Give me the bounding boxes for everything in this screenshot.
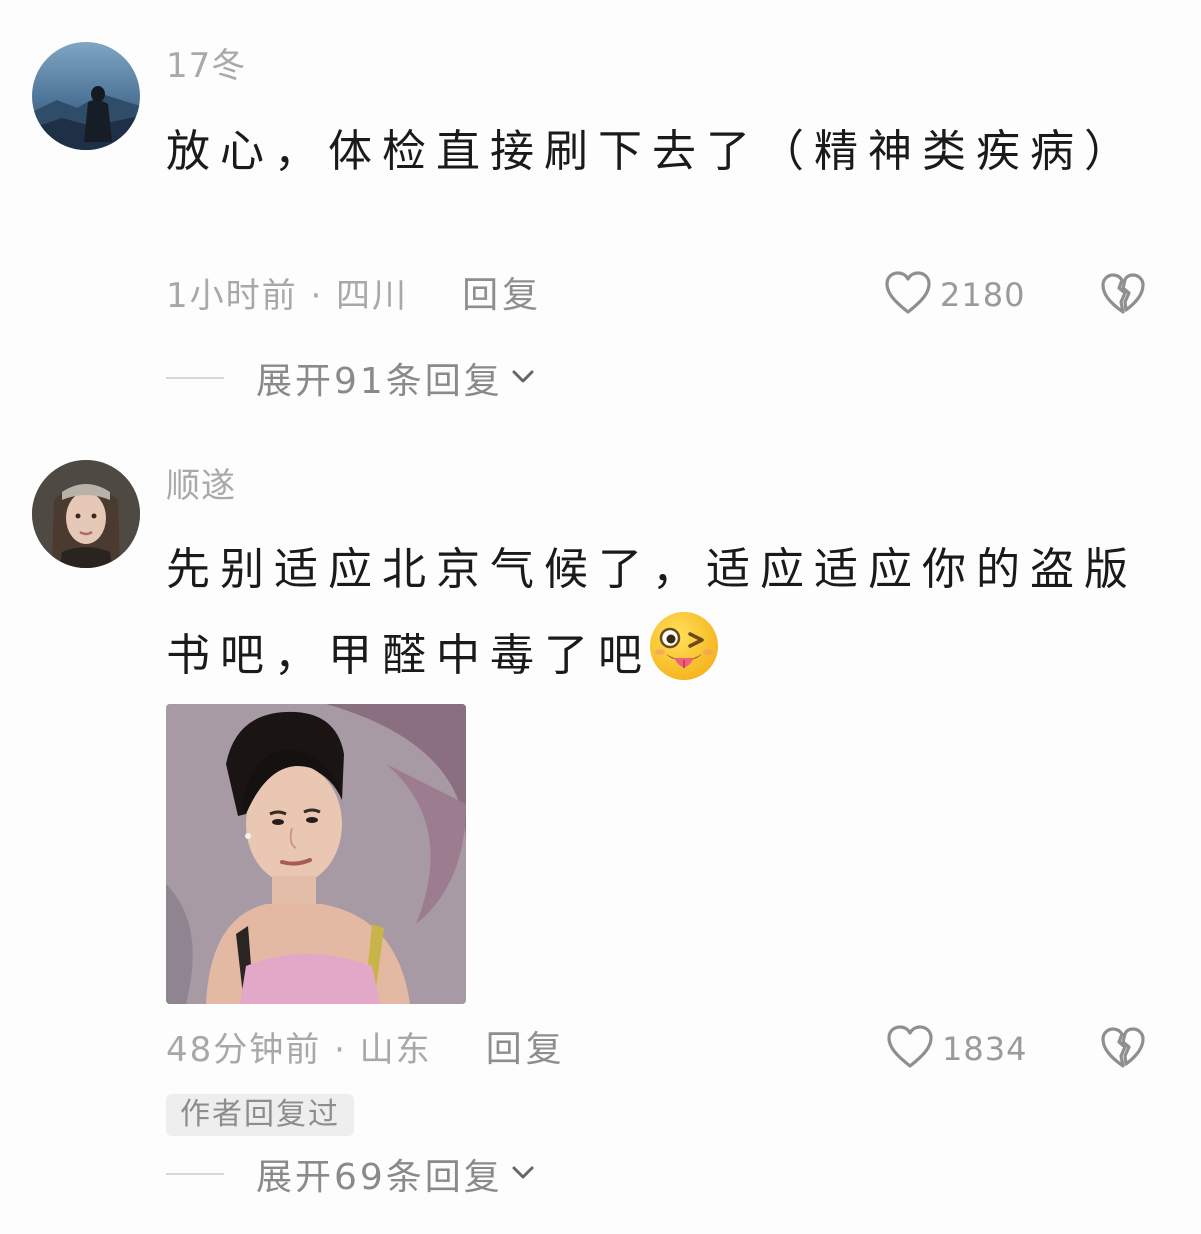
divider bbox=[166, 1173, 224, 1175]
comment-username[interactable]: 17冬 bbox=[166, 44, 1153, 88]
comment-time-location: 1小时前 · 四川 bbox=[166, 275, 409, 316]
comment-time-location: 48分钟前 · 山东 bbox=[166, 1029, 432, 1070]
like-count: 2180 bbox=[940, 276, 1026, 314]
chevron-down-icon bbox=[509, 366, 537, 390]
comment-text: 先别适应北京气候了，适应适应你的盗版书吧，甲醛中毒了吧 bbox=[166, 532, 1153, 694]
chevron-down-icon bbox=[509, 1162, 537, 1186]
reply-button[interactable]: 回复 bbox=[486, 1020, 566, 1072]
dislike-button[interactable] bbox=[1100, 272, 1146, 320]
comment-username[interactable]: 顺遂 bbox=[166, 464, 1153, 508]
like-button[interactable]: 1834 bbox=[886, 1024, 1027, 1074]
dislike-button[interactable] bbox=[1100, 1026, 1146, 1074]
broken-heart-icon bbox=[1100, 1027, 1146, 1074]
expand-replies-button[interactable]: 展开69条回复 bbox=[166, 1148, 537, 1200]
like-count: 1834 bbox=[942, 1030, 1028, 1068]
heart-outline-icon bbox=[884, 270, 932, 320]
divider bbox=[166, 377, 224, 379]
broken-heart-icon bbox=[1100, 273, 1146, 320]
expand-replies-label: 展开91条回复 bbox=[256, 361, 503, 402]
avatar[interactable] bbox=[32, 42, 140, 150]
author-replied-badge: 作者回复过 bbox=[166, 1094, 354, 1136]
reply-button[interactable]: 回复 bbox=[462, 266, 542, 318]
expand-replies-button[interactable]: 展开91条回复 bbox=[166, 352, 537, 404]
wink-tongue-emoji-icon bbox=[646, 608, 722, 684]
comment-image[interactable] bbox=[166, 704, 466, 1004]
heart-outline-icon bbox=[886, 1024, 934, 1074]
like-button[interactable]: 2180 bbox=[884, 270, 1025, 320]
avatar[interactable] bbox=[32, 460, 140, 568]
expand-replies-label: 展开69条回复 bbox=[256, 1157, 503, 1198]
comment-text: 放心，体检直接刷下去了（精神类疾病） bbox=[166, 126, 1138, 177]
